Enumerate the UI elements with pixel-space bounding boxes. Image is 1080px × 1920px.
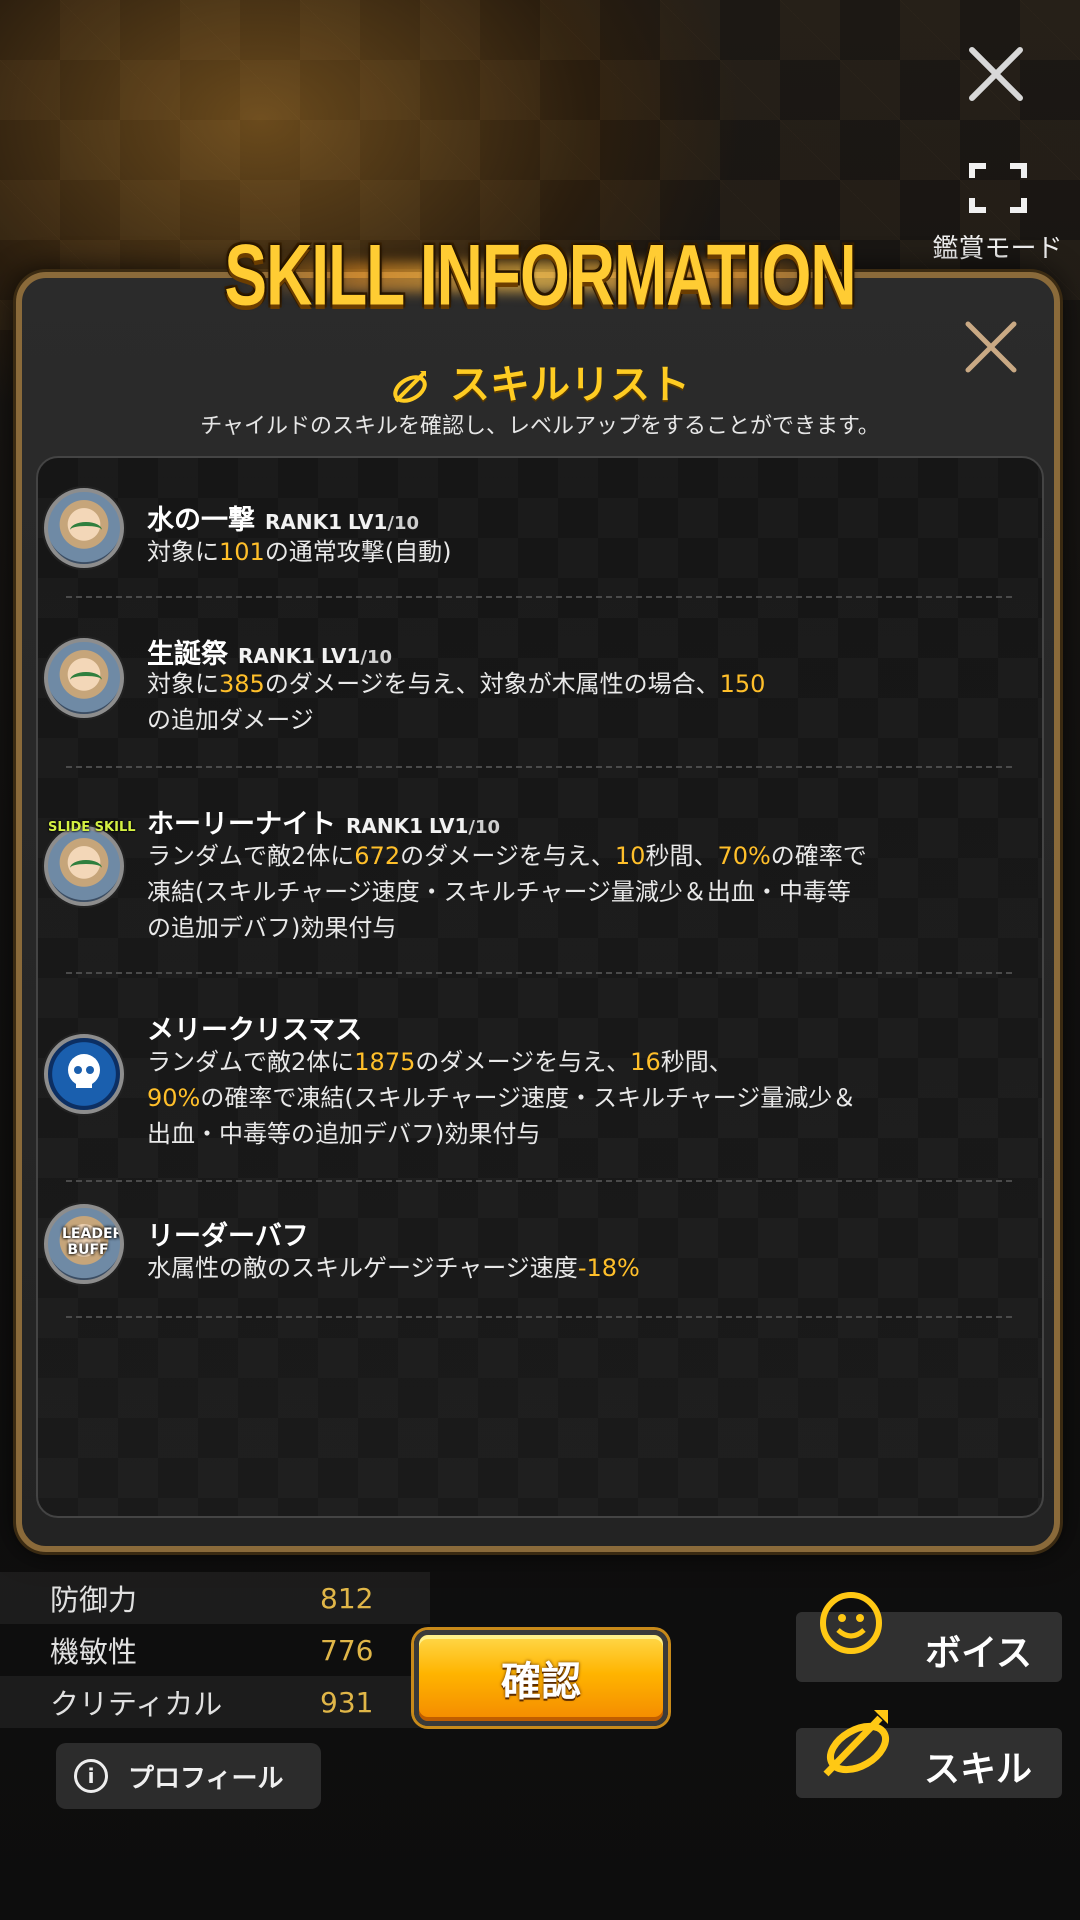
skill-description: 対象に385のダメージを与え、対象が木属性の場合、150 の追加ダメージ — [147, 670, 766, 734]
banner-title: SKILL INFORMATION — [224, 226, 856, 324]
info-icon: i — [74, 1759, 108, 1793]
fullscreen-icon — [968, 163, 1027, 213]
skill-rank: RANK1 — [265, 510, 343, 534]
skill-button[interactable]: スキル — [796, 1710, 1062, 1798]
skill-level: LV1 — [429, 814, 469, 838]
skill-emblem-icon — [823, 1710, 889, 1777]
leader-buff-badge: LEADER BUFF — [62, 1226, 124, 1258]
profile-button[interactable]: i プロフィール — [56, 1743, 321, 1809]
skill-level: LV1 — [348, 510, 388, 534]
title-banner: SKILL INFORMATION — [224, 226, 856, 323]
skill-rank: RANK1 — [238, 644, 316, 668]
skill-avatar: LEADER BUFF — [44, 1204, 124, 1284]
close-icon[interactable] — [960, 38, 1032, 110]
skill-name-line: リーダーバフ — [147, 1214, 309, 1253]
skill-avatar — [44, 488, 124, 568]
skill-label: スキル — [923, 1749, 1032, 1790]
skull-icon — [68, 1054, 100, 1088]
skill-description: 対象に101の通常攻撃(自動) — [147, 538, 452, 566]
skill-emblem-icon — [393, 371, 427, 403]
stat-row: 防御力 812 — [0, 1572, 430, 1624]
skill-level-max: /10 — [387, 513, 420, 534]
voice-button[interactable]: ボイス — [796, 1592, 1062, 1682]
confirm-button[interactable]: 確認 — [414, 1630, 668, 1726]
view-mode-label: 鑑賞モード — [932, 234, 1063, 264]
skill-list — [36, 456, 1044, 1518]
stats-table: 防御力 812 機敏性 776 クリティカル 931 — [0, 1572, 430, 1728]
stat-row: クリティカル 931 — [0, 1676, 430, 1728]
divider — [66, 1180, 1012, 1182]
voice-label: ボイス — [925, 1633, 1032, 1674]
smiley-icon — [820, 1592, 882, 1654]
divider — [66, 972, 1012, 974]
section-title-text: スキルリスト — [449, 362, 690, 408]
skill-description: ランダムで敵2体に672のダメージを与え、10秒間、70%の確率で凍結(スキルチ… — [147, 842, 867, 942]
slide-skill-badge: SLIDE SKILL — [48, 820, 136, 835]
skill-name: 水の一撃 — [147, 505, 255, 536]
stat-row: 機敏性 776 — [50, 1633, 374, 1670]
skill-name-line: メリークリスマス — [147, 1008, 362, 1047]
skill-level-max: /10 — [360, 647, 393, 668]
view-mode-button[interactable]: 鑑賞モード — [925, 160, 1070, 270]
profile-label: プロフィール — [128, 1763, 284, 1794]
skill-avatar — [44, 638, 124, 718]
skill-name: メリークリスマス — [147, 1015, 363, 1046]
skill-avatar — [44, 826, 124, 906]
skill-level-max: /10 — [468, 817, 501, 838]
skill-rank: RANK1 — [346, 814, 424, 838]
skill-avatar — [44, 1034, 124, 1114]
skill-name-line: 水の一撃 RANK1 LV1/10 — [147, 498, 419, 537]
skill-description: ランダムで敵2体に1875のダメージを与え、16秒間、 90%の確率で凍結(スキル… — [147, 1048, 857, 1148]
section-title: スキルリスト — [0, 352, 1080, 410]
skill-name: ホーリーナイト — [147, 809, 336, 840]
skill-name: リーダーバフ — [147, 1221, 309, 1252]
divider — [66, 596, 1012, 598]
divider — [66, 766, 1012, 768]
skill-name-line: ホーリーナイト RANK1 LV1/10 — [147, 802, 500, 841]
section-description: チャイルドのスキルを確認し、レベルアップをすることができます。 — [200, 414, 880, 439]
divider — [66, 1316, 1012, 1318]
skill-level: LV1 — [321, 644, 361, 668]
skill-description: 水属性の敵のスキルゲージチャージ速度-18% — [147, 1254, 640, 1282]
